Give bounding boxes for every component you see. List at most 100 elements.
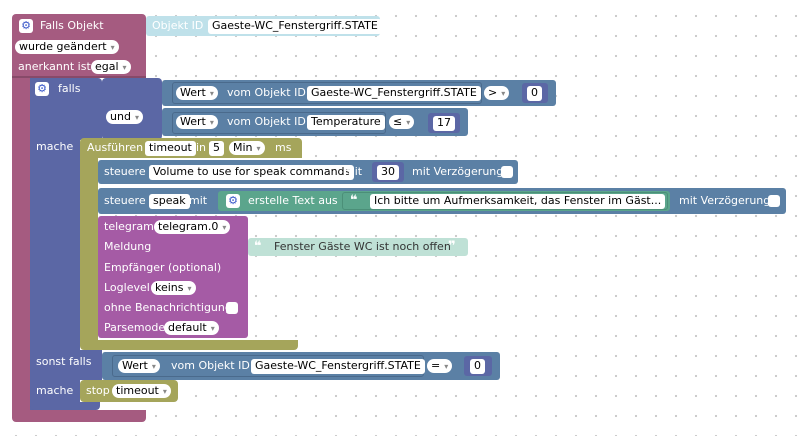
telegram-label: telegram <box>104 220 154 233</box>
chevron-down-icon: ▾ <box>162 387 167 396</box>
telegram-loglevel-label: Loglevel <box>104 281 150 294</box>
chevron-down-icon: ▾ <box>122 63 127 72</box>
set-speak-delay-label: mit Verzögerung <box>679 194 771 207</box>
telegram-parsemode-dropdown[interactable]: default ▾ <box>164 321 219 335</box>
if-sonst-falls-label: sonst falls <box>36 355 92 368</box>
and-dropdown[interactable]: und ▾ <box>106 110 143 124</box>
create-text-gear-icon[interactable]: ⚙ <box>226 194 240 208</box>
cond1-value-dropdown[interactable]: Wert ▾ <box>176 86 218 100</box>
set-speak-delay-checkbox[interactable] <box>768 195 780 207</box>
create-text-label: erstelle Text aus <box>248 194 338 207</box>
set-volume-value-field[interactable]: 30 <box>377 165 399 180</box>
trigger-block-bottom <box>12 410 146 422</box>
telegram-loglevel-dropdown[interactable]: keins ▾ <box>151 281 196 295</box>
chevron-down-icon: ▾ <box>222 223 227 232</box>
telegram-no-notify-checkbox[interactable] <box>226 302 238 314</box>
cond1-number-field[interactable]: 0 <box>527 86 542 101</box>
timeout-bottom <box>80 340 298 350</box>
telegram-parsemode-label: Parsemode <box>104 321 166 334</box>
cond3-value-dropdown[interactable]: Wert ▾ <box>118 359 160 373</box>
telegram-parsemode-text: default <box>168 321 207 334</box>
changed-dropdown[interactable]: wurde geändert ▾ <box>15 40 119 54</box>
cond3-number-field[interactable]: 0 <box>470 359 485 374</box>
cond3-object-field[interactable]: Gaeste-WC_Fenstergriff.STATE <box>251 359 425 374</box>
ack-dropdown-value: egal <box>95 60 119 73</box>
set-volume-target-field[interactable]: Volume to use for speak commands <box>149 165 355 180</box>
set-volume-steuere-label: steuere <box>104 165 146 178</box>
chevron-down-icon: ▾ <box>444 362 449 371</box>
telegram-block[interactable] <box>98 216 248 338</box>
chevron-down-icon: ▾ <box>187 284 192 293</box>
stop-var-text: timeout <box>116 384 159 397</box>
cond1-from-label: vom Objekt ID <box>227 86 306 99</box>
object-id-label: Objekt ID <box>152 19 204 32</box>
cond3-operator-dropdown[interactable]: = ▾ <box>427 359 453 373</box>
object-id-field[interactable]: Gaeste-WC_Fenstergriff.STATE <box>208 19 382 34</box>
cond1-operator-text: > <box>488 86 498 99</box>
if-gear-icon[interactable]: ⚙ <box>35 82 49 96</box>
set-speak-target-field[interactable]: speak <box>149 194 190 209</box>
trigger-gear-icon[interactable]: ⚙ <box>19 19 33 33</box>
ack-dropdown[interactable]: egal ▾ <box>91 60 131 74</box>
and-dropdown-value: und <box>110 110 131 123</box>
timeout-amount-field[interactable]: 5 <box>209 141 224 156</box>
if-mache-label: mache <box>36 140 74 153</box>
cond3-operator-text: = <box>431 359 441 372</box>
cond2-operator-dropdown[interactable]: ≤ ▾ <box>389 115 415 129</box>
timeout-unit-dropdown[interactable]: Min ▾ <box>229 141 265 155</box>
if-block-bottom <box>30 402 100 410</box>
telegram-instance-dropdown[interactable]: telegram.0 ▾ <box>154 220 231 234</box>
cond1-object-field[interactable]: Gaeste-WC_Fenstergriff.STATE <box>307 86 481 101</box>
trigger-title: Falls Objekt <box>40 19 104 32</box>
cond2-number-field[interactable]: 17 <box>433 116 455 131</box>
close-quote-icon: ❞ <box>448 239 456 254</box>
speak-text-field[interactable]: Ich bitte um Aufmerksamkeit, das Fenster… <box>370 194 666 209</box>
timeout-var-field[interactable]: timeout <box>145 141 196 156</box>
timeout-spine <box>80 158 98 342</box>
changed-dropdown-value: wurde geändert <box>19 40 107 53</box>
ack-label: anerkannt ist <box>18 60 91 73</box>
telegram-message-label: Meldung <box>104 240 152 253</box>
telegram-no-notify-label: ohne Benachrichtigung <box>104 301 232 314</box>
timeout-ms-label: ms <box>275 141 292 154</box>
chevron-down-icon: ▾ <box>110 43 115 52</box>
telegram-instance-text: telegram.0 <box>158 220 219 233</box>
chevron-down-icon: ▾ <box>256 144 261 153</box>
timeout-in-label: in <box>196 141 207 154</box>
telegram-message-text[interactable]: Fenster Gäste WC ist noch offen <box>274 240 451 254</box>
cond3-value-text: Wert <box>122 359 148 372</box>
chevron-down-icon: ▾ <box>151 362 156 371</box>
cond2-object-field[interactable]: Temperature <box>307 115 385 130</box>
cond2-value-dropdown[interactable]: Wert ▾ <box>176 115 218 129</box>
close-quote-icon: ❞ <box>652 193 660 208</box>
cond2-operator-text: ≤ <box>393 115 403 128</box>
cond2-from-label: vom Objekt ID <box>227 115 306 128</box>
stop-var-dropdown[interactable]: timeout ▾ <box>112 384 171 398</box>
cond3-from-label: vom Objekt ID <box>171 359 250 372</box>
chevron-down-icon: ▾ <box>406 118 411 127</box>
if-mache2-label: mache <box>36 384 74 397</box>
set-volume-mit-label: mit <box>344 165 363 178</box>
cond1-value-text: Wert <box>180 86 206 99</box>
and-block[interactable] <box>102 78 162 140</box>
set-volume-delay-label: mit Verzögerung <box>412 165 504 178</box>
open-quote-icon: ❝ <box>254 239 262 254</box>
timeout-exec-label: Ausführen <box>87 141 144 154</box>
set-volume-delay-checkbox[interactable] <box>501 166 513 178</box>
chevron-down-icon: ▾ <box>209 89 214 98</box>
if-falls-label: falls <box>58 82 81 95</box>
stop-label: stop <box>86 384 110 397</box>
telegram-recipient-label: Empfänger (optional) <box>104 261 222 274</box>
chevron-down-icon: ▾ <box>209 118 214 127</box>
cond1-operator-dropdown[interactable]: > ▾ <box>484 86 510 100</box>
trigger-block-spine <box>12 78 30 418</box>
open-quote-icon: ❝ <box>350 193 358 208</box>
cond2-value-text: Wert <box>180 115 206 128</box>
telegram-loglevel-text: keins <box>155 281 184 294</box>
chevron-down-icon: ▾ <box>134 113 139 122</box>
chevron-down-icon: ▾ <box>501 89 506 98</box>
chevron-down-icon: ▾ <box>210 324 215 333</box>
set-speak-steuere-label: steuere <box>104 194 146 207</box>
timeout-unit-text: Min <box>233 141 253 154</box>
set-speak-mit-label: mit <box>189 194 208 207</box>
